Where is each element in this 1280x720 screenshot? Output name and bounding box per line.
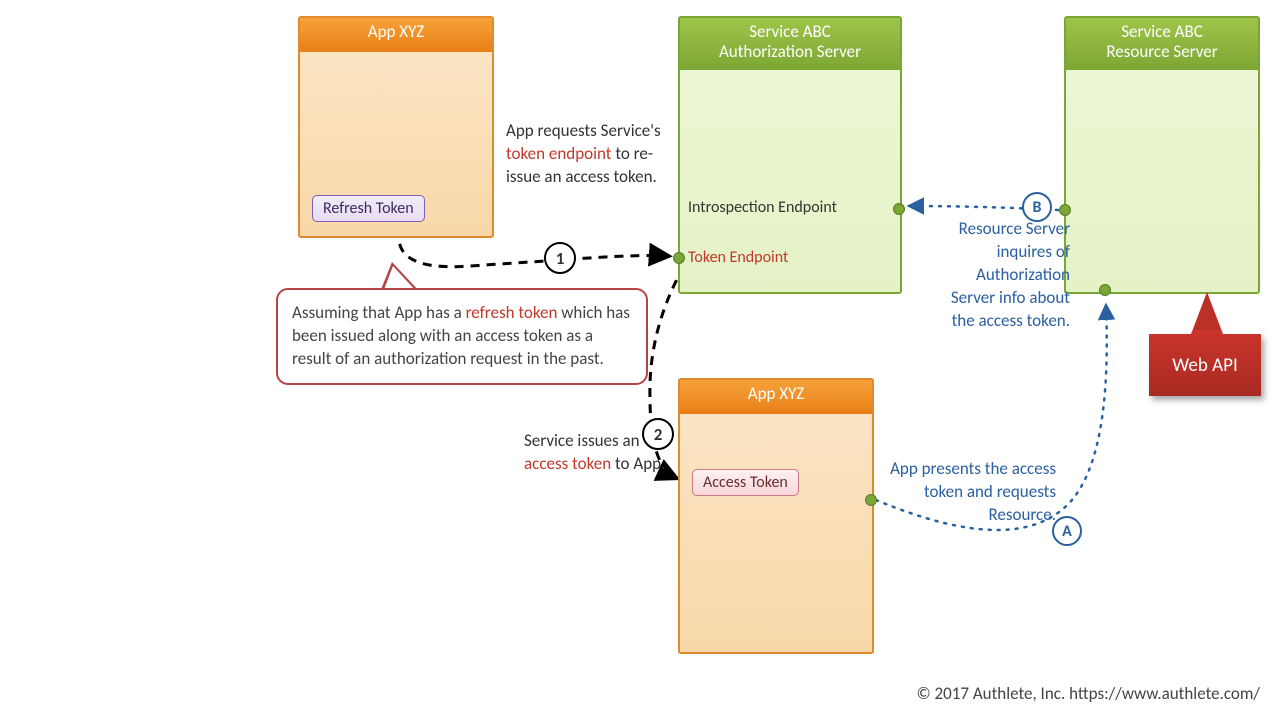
- introspection-endpoint-dot: [893, 203, 905, 215]
- web-api-flag: Web API: [1149, 334, 1261, 396]
- note-stepB: Resource Server inquires of Authorizatio…: [930, 218, 1070, 333]
- access-token-chip: Access Token: [692, 469, 799, 496]
- refresh-token-chip: Refresh Token: [312, 195, 425, 222]
- callout-pre: Assuming that App has a: [292, 302, 466, 323]
- note-step1: App requests Service's token endpoint to…: [506, 120, 676, 189]
- step-B-marker: B: [1022, 192, 1052, 222]
- note-stepA: App presents the access token and reques…: [886, 458, 1056, 527]
- auth-server-title: Service ABC Authorization Server: [680, 18, 900, 70]
- app-xyz-box-bottom: App XYZ: [678, 378, 874, 654]
- resource-server-box: Service ABC Resource Server: [1064, 16, 1260, 294]
- app-xyz-title: App XYZ: [300, 18, 492, 52]
- copyright-footer: © 2017 Authlete, Inc. https://www.authle…: [916, 683, 1260, 704]
- step-1-marker: 1: [544, 242, 576, 274]
- callout-highlight: refresh token: [466, 302, 558, 323]
- app-xyz-title-2: App XYZ: [680, 380, 872, 414]
- diagram-stage: { "boxes":{ "app1_title":"App XYZ", "aut…: [0, 0, 1280, 720]
- token-endpoint-dot: [673, 252, 685, 264]
- introspection-endpoint-label: Introspection Endpoint: [688, 198, 837, 217]
- app2-dot: [865, 494, 877, 506]
- resource-server-title: Service ABC Resource Server: [1066, 18, 1258, 70]
- assumption-callout: Assuming that App has a refresh token wh…: [276, 288, 648, 385]
- token-endpoint-label: Token Endpoint: [688, 248, 788, 267]
- resource-server-dot-bottom: [1099, 284, 1111, 296]
- step-A-marker: A: [1052, 516, 1082, 546]
- resource-server-dot-top: [1059, 204, 1071, 216]
- step-2-marker: 2: [642, 418, 674, 450]
